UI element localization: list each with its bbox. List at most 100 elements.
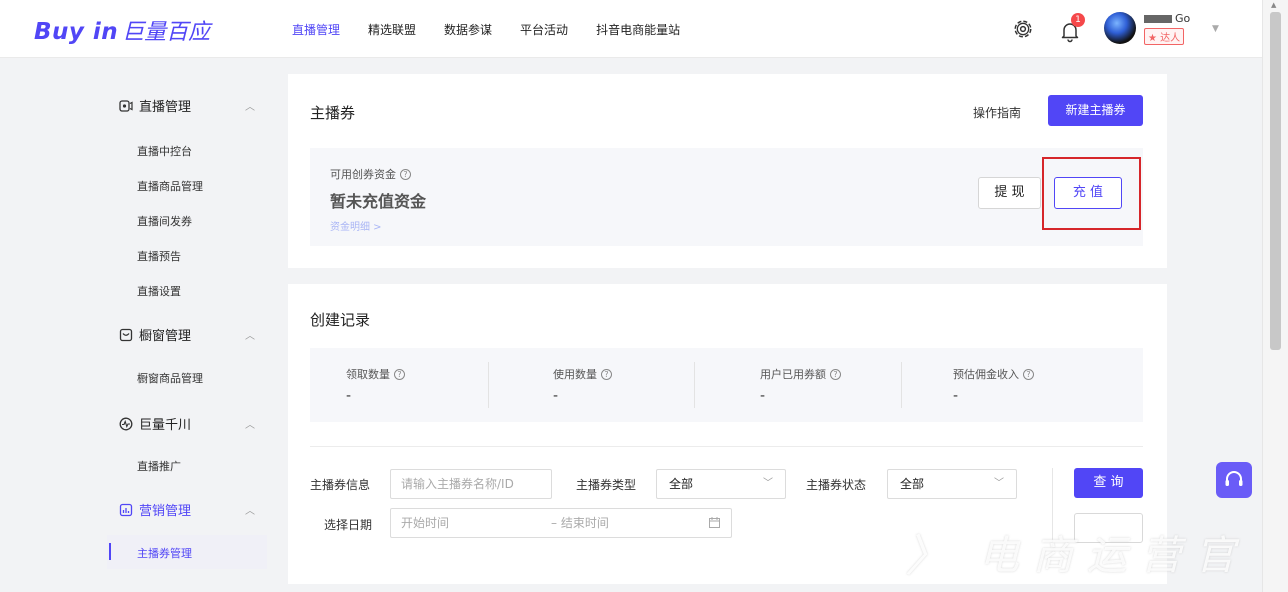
- sidebar-item-window-products[interactable]: 橱窗商品管理: [137, 370, 203, 386]
- nav-selected-alliance[interactable]: 精选联盟: [368, 21, 416, 38]
- headset-icon: [1225, 471, 1243, 486]
- sidebar-group-qianchuan[interactable]: 巨量千川 ︿: [119, 414, 259, 433]
- talent-badge: ★ 达人: [1144, 28, 1185, 45]
- watermark-text: 电商运营官: [979, 533, 1249, 579]
- stat-used: 使用数量? -: [553, 366, 612, 404]
- brand-logo[interactable]: Buy in 巨量百应: [34, 14, 210, 46]
- stat-divider: [694, 362, 695, 408]
- sidebar-item-coupon-management[interactable]: 主播券管理: [107, 535, 267, 569]
- sidebar-item-live-console[interactable]: 直播中控台: [137, 143, 192, 159]
- coupon-status-value: 全部: [900, 477, 925, 491]
- sidebar-group-label: 橱窗管理: [139, 329, 192, 344]
- watermark-chevron-icon: 〉: [905, 531, 963, 582]
- pulse-icon: [119, 417, 133, 430]
- stat-claimed: 领取数量? -: [346, 366, 405, 404]
- stat-estimated-commission: 预估佣金收入? -: [953, 366, 1034, 404]
- divider: [310, 446, 1143, 447]
- nav-energy-station[interactable]: 抖音电商能量站: [596, 21, 680, 38]
- sidebar-item-live-settings[interactable]: 直播设置: [137, 283, 181, 299]
- help-question-icon[interactable]: ?: [400, 168, 411, 180]
- logo-english: Buy in: [34, 19, 119, 45]
- records-title: 创建记录: [310, 311, 371, 329]
- recharge-highlight-box: [1042, 157, 1141, 230]
- sidebar-item-live-preview[interactable]: 直播预告: [137, 248, 181, 264]
- nav-live-management[interactable]: 直播管理: [292, 21, 340, 38]
- fund-label-row: 可用创券资金 ?: [330, 166, 411, 182]
- chevron-up-icon: ︿: [245, 331, 255, 342]
- user-name-row: Go: [1144, 12, 1190, 25]
- page-scrollbar[interactable]: ▲: [1262, 0, 1288, 592]
- main-nav: 直播管理 精选联盟 数据参谋 平台活动 抖音电商能量站: [292, 0, 680, 58]
- coupon-info-input[interactable]: 请输入主播券名称/ID: [390, 469, 552, 499]
- date-label: 选择日期: [324, 518, 373, 532]
- coupon-type-value: 全部: [669, 477, 694, 491]
- window-shop-icon: [119, 328, 133, 341]
- available-fund-label: 可用创券资金: [330, 168, 396, 181]
- active-indicator: [109, 543, 111, 560]
- user-menu-caret-icon[interactable]: ▼: [1212, 24, 1219, 34]
- scrollbar-thumb[interactable]: [1270, 12, 1281, 350]
- sidebar-group-label: 营销管理: [139, 504, 192, 519]
- sidebar: 直播管理 ︿ 直播中控台 直播商品管理 直播间发券 直播预告 直播设置 橱窗管理…: [107, 74, 267, 582]
- user-name: Go: [1175, 12, 1191, 25]
- chevron-up-icon: ︿: [245, 420, 255, 431]
- sidebar-item-live-coupons[interactable]: 直播间发券: [137, 213, 192, 229]
- help-question-icon[interactable]: ?: [601, 368, 612, 380]
- notification-count-badge: 1: [1071, 13, 1085, 27]
- coupon-status-select[interactable]: 全部 ﹀: [887, 469, 1017, 499]
- query-button[interactable]: 查 询: [1074, 468, 1143, 498]
- watermark: 〉 电商运营官: [905, 520, 1249, 584]
- stat-label: 预估佣金收入: [953, 368, 1019, 381]
- sidebar-group-label: 直播管理: [139, 100, 192, 115]
- stat-label: 领取数量: [346, 368, 390, 381]
- chevron-down-icon: ﹀: [763, 478, 773, 489]
- logo-chinese: 巨量百应: [122, 20, 211, 45]
- stat-value: -: [953, 388, 959, 404]
- fund-details-link[interactable]: 资金明细 >: [330, 218, 382, 233]
- sidebar-item-live-products[interactable]: 直播商品管理: [137, 178, 203, 194]
- stat-label: 使用数量: [553, 368, 597, 381]
- coupon-type-select[interactable]: 全部 ﹀: [656, 469, 786, 499]
- user-info[interactable]: Go ★ 达人: [1144, 12, 1190, 45]
- avatar[interactable]: [1104, 12, 1136, 44]
- coupon-info-label: 主播券信息: [310, 478, 371, 492]
- coupon-type-label: 主播券类型: [576, 478, 637, 492]
- stat-label: 用户已用券额: [760, 368, 826, 381]
- page-title: 主播券: [310, 104, 356, 122]
- operation-guide-link[interactable]: 操作指南: [973, 104, 1021, 121]
- help-question-icon[interactable]: ?: [394, 368, 405, 380]
- available-fund-value: 暂未充值资金: [330, 192, 427, 211]
- calendar-icon: [709, 517, 720, 528]
- stat-value: -: [760, 388, 766, 404]
- help-question-icon[interactable]: ?: [830, 368, 841, 380]
- chevron-down-icon: ﹀: [994, 478, 1004, 489]
- chevron-up-icon: ︿: [245, 506, 255, 517]
- live-broadcast-icon: [119, 99, 133, 112]
- nav-platform-events[interactable]: 平台活动: [520, 21, 568, 38]
- sidebar-group-marketing[interactable]: 营销管理 ︿: [119, 500, 259, 519]
- start-date-placeholder: 开始时间: [401, 516, 450, 530]
- nav-data-advisor[interactable]: 数据参谋: [444, 21, 492, 38]
- scroll-up-icon[interactable]: ▲: [1271, 1, 1276, 9]
- sidebar-group-window[interactable]: 橱窗管理 ︿: [119, 325, 259, 344]
- help-question-icon[interactable]: ?: [1023, 368, 1034, 380]
- redacted-name: [1144, 14, 1172, 23]
- settings-gear-icon[interactable]: [1012, 18, 1034, 40]
- sidebar-item-label: 主播券管理: [137, 547, 192, 560]
- sidebar-group-label: 巨量千川: [139, 418, 192, 433]
- notification-bell[interactable]: 1: [1058, 13, 1086, 43]
- stat-value: -: [346, 388, 352, 404]
- withdraw-button[interactable]: 提 现: [978, 177, 1041, 209]
- stat-value: -: [553, 388, 559, 404]
- top-bar: Buy in 巨量百应 直播管理 精选联盟 数据参谋 平台活动 抖音电商能量站 …: [0, 0, 1262, 58]
- stat-divider: [488, 362, 489, 408]
- coupon-status-label: 主播券状态: [806, 478, 867, 492]
- customer-service-button[interactable]: [1216, 462, 1252, 498]
- marketing-chart-icon: [119, 503, 133, 516]
- stat-user-coupon-amount: 用户已用券额? -: [760, 366, 841, 404]
- stat-divider: [901, 362, 902, 408]
- sidebar-group-live[interactable]: 直播管理 ︿: [119, 96, 259, 115]
- sidebar-item-live-promotion[interactable]: 直播推广: [137, 458, 181, 474]
- new-coupon-button[interactable]: 新建主播券: [1048, 95, 1143, 126]
- date-range-picker[interactable]: 开始时间 – 结束时间: [390, 508, 732, 538]
